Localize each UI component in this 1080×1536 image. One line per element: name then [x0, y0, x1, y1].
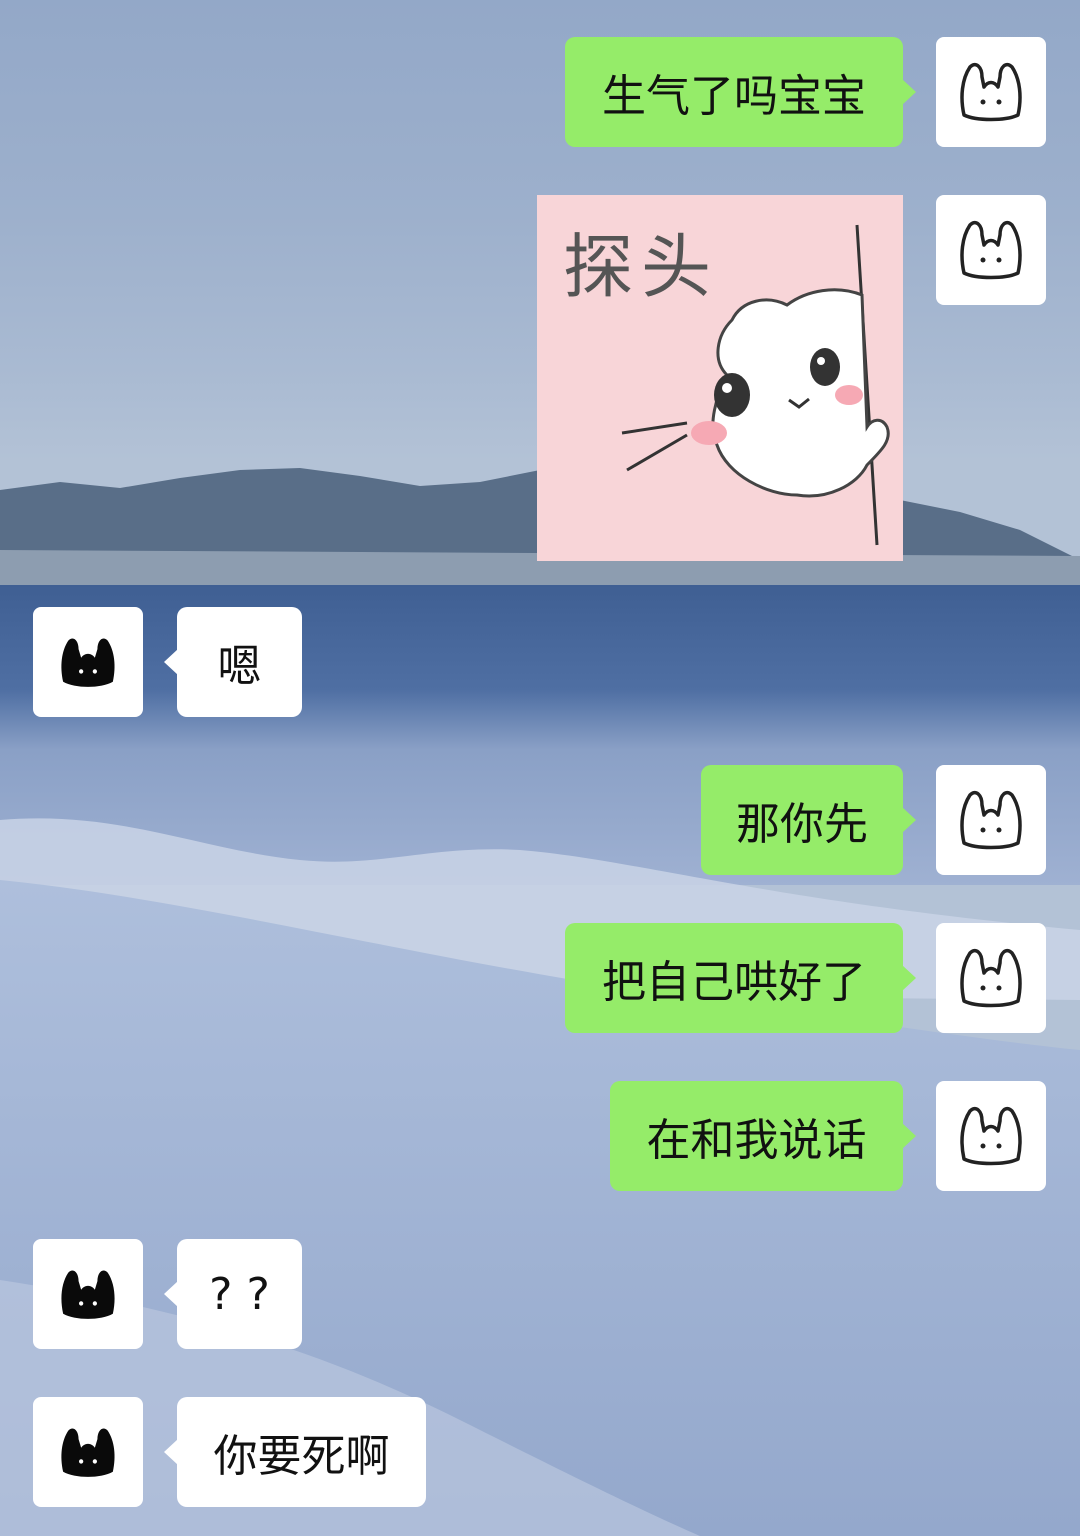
other-avatar[interactable] [33, 1239, 143, 1349]
message-bubble-incoming[interactable]: 你要死啊 [164, 1397, 426, 1507]
sticker-message[interactable]: 探头 [537, 195, 903, 561]
message-bubble-incoming[interactable]: ? ? [164, 1239, 302, 1349]
white-bunny-outline-icon [960, 948, 1022, 1008]
white-bunny-outline-icon [960, 62, 1022, 122]
white-bunny-outline-icon [960, 220, 1022, 280]
self-avatar[interactable] [936, 765, 1046, 875]
message-text: 在和我说话 [646, 1115, 867, 1166]
self-avatar[interactable] [936, 195, 1046, 305]
self-avatar[interactable] [936, 37, 1046, 147]
message-bubble-incoming[interactable]: 嗯 [164, 607, 302, 717]
message-text: ? ? [209, 1268, 270, 1320]
message-text: 把自己哄好了 [602, 957, 866, 1008]
black-bunny-icon [61, 1428, 115, 1477]
message-bubble-outgoing[interactable]: 生气了吗宝宝 [565, 37, 916, 147]
message-bubble-outgoing[interactable]: 把自己哄好了 [565, 923, 916, 1033]
self-avatar[interactable] [936, 923, 1046, 1033]
other-avatar[interactable] [33, 1397, 143, 1507]
other-avatar[interactable] [33, 607, 143, 717]
peeking-cat-sticker [621, 224, 890, 546]
message-text: 生气了吗宝宝 [602, 71, 866, 122]
message-bubble-outgoing[interactable]: 在和我说话 [610, 1081, 916, 1191]
white-bunny-outline-icon [960, 790, 1022, 850]
message-text: 嗯 [217, 641, 262, 692]
message-text: 那你先 [736, 799, 868, 850]
self-avatar[interactable] [936, 1081, 1046, 1191]
black-bunny-icon [61, 1270, 115, 1319]
message-text: 你要死啊 [213, 1431, 390, 1482]
message-bubble-outgoing[interactable]: 那你先 [701, 765, 916, 875]
black-bunny-icon [61, 638, 115, 687]
white-bunny-outline-icon [960, 1106, 1022, 1166]
